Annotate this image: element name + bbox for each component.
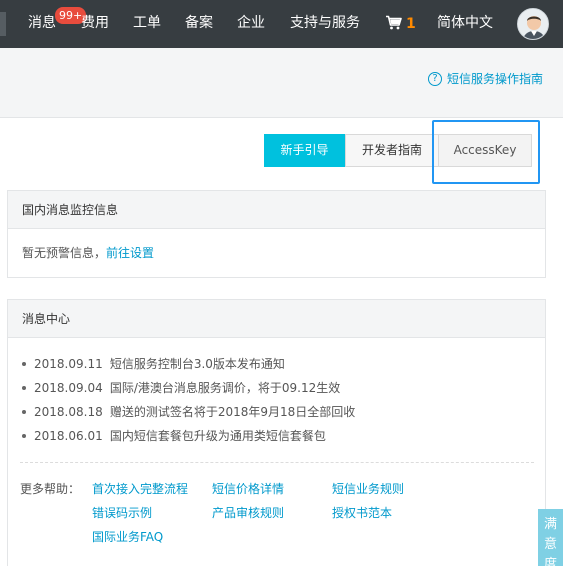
notice-date: 2018.09.04 [34,381,103,395]
quickstart-button[interactable]: 新手引导 [264,134,345,167]
nav-billing[interactable]: 费用 [81,0,109,48]
satisfaction-feedback-tab[interactable]: 满意度 [538,509,563,566]
user-avatar[interactable] [517,8,549,40]
nav-support[interactable]: 支持与服务 [290,0,360,48]
nav-tickets-label: 工单 [133,15,161,31]
avatar-image [518,9,548,39]
language-label: 简体中文 [437,15,493,31]
nav-support-label: 支持与服务 [290,15,360,31]
developer-guide-button[interactable]: 开发者指南 [345,134,438,167]
help-link-error-codes[interactable]: 错误码示例 [92,504,152,521]
bullet-icon [22,362,26,366]
notice-list: 2018.09.11 短信服务控制台3.0版本发布通知 2018.09.04 国… [8,338,545,448]
notice-text: 短信服务控制台3.0版本发布通知 [109,357,285,371]
page-subheader: ? 短信服务操作指南 [0,48,563,118]
help-link-pricing[interactable]: 短信价格详情 [212,480,284,497]
nav-messages-label: 消息 [28,15,56,31]
bullet-icon [22,410,26,414]
nav-icp[interactable]: 备案 [185,0,213,48]
top-navbar: 消息 99+ 费用 工单 备案 企业 支持与服务 1 简体中文 [0,0,563,48]
help-link-onboarding[interactable]: 首次接入完整流程 [92,480,188,497]
nav-tickets[interactable]: 工单 [133,0,161,48]
bullet-icon [22,434,26,438]
cart-button[interactable]: 1 [385,0,416,48]
monitor-panel: 国内消息监控信息 暂无预警信息，前往设置 [7,190,546,278]
nav-icp-label: 备案 [185,15,213,31]
help-link-review-rules[interactable]: 产品审核规则 [212,504,284,521]
nav-enterprise-label: 企业 [237,15,265,31]
notice-item[interactable]: 2018.08.18 赠送的测试签名将于2018年9月18日全部回收 [22,400,545,424]
sms-guide-link[interactable]: ? 短信服务操作指南 [427,70,543,87]
monitor-panel-title: 国内消息监控信息 [8,191,545,229]
notice-item[interactable]: 2018.09.11 短信服务控制台3.0版本发布通知 [22,352,545,376]
nav-billing-label: 费用 [81,15,109,31]
message-center-panel: 消息中心 2018.09.11 短信服务控制台3.0版本发布通知 2018.09… [7,299,546,566]
notice-text: 国内短信套餐包升级为通用类短信套餐包 [109,429,326,443]
nav-enterprise[interactable]: 企业 [237,0,265,48]
no-alert-text: 暂无预警信息， [22,246,107,260]
question-circle-icon: ? [427,71,442,86]
notice-date: 2018.06.01 [34,429,103,443]
nav-messages[interactable]: 消息 [28,0,56,48]
more-help-section: 更多帮助： 首次接入完整流程 短信价格详情 短信业务规则 错误码示例 产品审核规… [20,480,540,560]
more-help-label: 更多帮助： [20,482,81,496]
help-link-intl-faq[interactable]: 国际业务FAQ [92,528,163,545]
notice-date: 2018.09.11 [34,357,103,371]
notice-date: 2018.08.18 [34,405,103,419]
cart-count: 1 [406,16,416,32]
menu-stub[interactable] [0,12,6,36]
help-link-authorization[interactable]: 授权书范本 [332,504,392,521]
language-selector[interactable]: 简体中文 [437,0,493,48]
help-link-rules[interactable]: 短信业务规则 [332,480,404,497]
monitor-panel-body: 暂无预警信息，前往设置 [8,229,545,261]
notice-text: 赠送的测试签名将于2018年9月18日全部回收 [109,405,356,419]
sms-guide-label: 短信服务操作指南 [446,72,543,86]
notice-text: 国际/港澳台消息服务调价，将于09.12生效 [109,381,341,395]
goto-settings-link[interactable]: 前往设置 [106,246,154,260]
notice-item[interactable]: 2018.06.01 国内短信套餐包升级为通用类短信套餐包 [22,424,545,448]
accesskey-highlight-box [432,120,540,184]
bullet-icon [22,386,26,390]
message-center-title: 消息中心 [8,300,545,338]
cart-icon [385,15,402,33]
dashed-divider [20,462,534,463]
notice-item[interactable]: 2018.09.04 国际/港澳台消息服务调价，将于09.12生效 [22,376,545,400]
